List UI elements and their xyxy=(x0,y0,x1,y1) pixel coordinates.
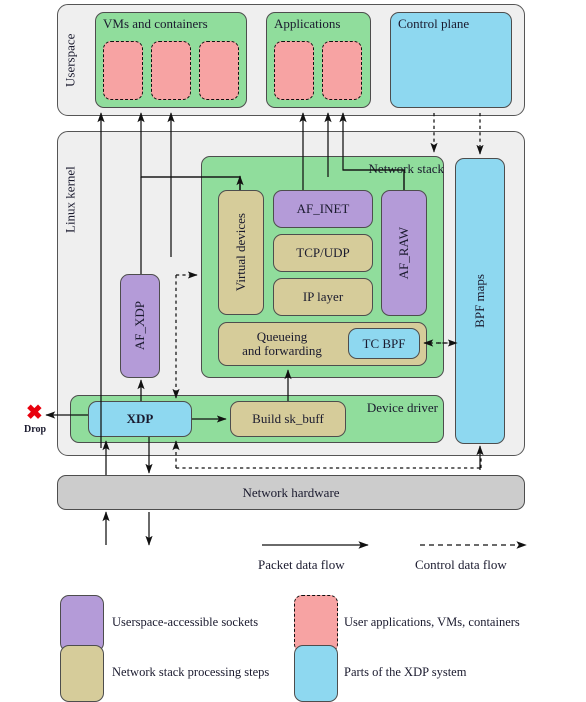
ip-layer-box[interactable]: IP layer xyxy=(273,278,373,316)
drop-label: Drop xyxy=(24,424,47,435)
ip-layer-label: IP layer xyxy=(302,289,344,304)
network-stack-label: Network stack xyxy=(368,161,444,176)
bpf-maps-box[interactable]: BPF maps xyxy=(455,158,505,444)
af-xdp-box[interactable]: AF_XDP xyxy=(120,274,160,378)
vm-container-item[interactable] xyxy=(151,41,191,100)
build-skbuff-box[interactable]: Build sk_buff xyxy=(230,401,346,437)
device-driver-label: Device driver xyxy=(366,400,438,415)
linux-kernel-label: Linux kernel xyxy=(62,166,78,234)
bpf-maps-label: BPF maps xyxy=(472,274,487,328)
legend-swatch-user-apps xyxy=(294,595,338,652)
legend-label-sockets: Userspace-accessible sockets xyxy=(112,615,259,629)
af-raw-box[interactable]: AF_RAW xyxy=(381,190,427,316)
applications-label: Applications xyxy=(274,16,341,31)
legend-label-user-apps: User applications, VMs, containers xyxy=(344,615,520,629)
virtual-devices-label: Virtual devices xyxy=(233,213,248,292)
userspace-label: Userspace xyxy=(62,33,78,87)
vm-container-item[interactable] xyxy=(199,41,239,100)
control-data-flow-label: Control data flow xyxy=(415,557,507,572)
legend-swatch-stack-steps xyxy=(60,645,104,702)
tcp-udp-box[interactable]: TCP/UDP xyxy=(273,234,373,272)
af-raw-label: AF_RAW xyxy=(396,226,411,280)
packet-data-flow-label: Packet data flow xyxy=(258,557,345,572)
af-inet-box[interactable]: AF_INET xyxy=(273,190,373,228)
legend-swatch-sockets xyxy=(60,595,104,652)
xdp-architecture-diagram: Userspace VMs and containers Application… xyxy=(0,0,586,702)
vms-and-containers-label: VMs and containers xyxy=(103,16,208,31)
network-hardware-label: Network hardware xyxy=(242,484,340,500)
legend-swatch-xdp-parts xyxy=(294,645,338,702)
virtual-devices-box[interactable]: Virtual devices xyxy=(218,190,264,315)
network-hardware-box[interactable]: Network hardware xyxy=(57,475,525,510)
vm-container-item[interactable] xyxy=(103,41,143,100)
tc-bpf-box[interactable]: TC BPF xyxy=(348,328,420,359)
build-skbuff-label: Build sk_buff xyxy=(252,411,324,426)
application-item[interactable] xyxy=(274,41,314,100)
control-plane-label: Control plane xyxy=(398,16,470,31)
legend-label-xdp-parts: Parts of the XDP system xyxy=(344,665,467,679)
queueing-and-forwarding-label: Queueing and forwarding xyxy=(242,328,322,358)
tcp-udp-label: TCP/UDP xyxy=(296,245,350,260)
xdp-box[interactable]: XDP xyxy=(88,401,192,437)
af-xdp-label: AF_XDP xyxy=(132,301,147,351)
drop-marker-icon: ✖ xyxy=(26,402,43,424)
af-inet-label: AF_INET xyxy=(296,201,350,216)
legend-label-stack-steps: Network stack processing steps xyxy=(112,665,270,679)
application-item[interactable] xyxy=(322,41,362,100)
xdp-label: XDP xyxy=(126,411,154,426)
tc-bpf-label: TC BPF xyxy=(362,335,406,351)
